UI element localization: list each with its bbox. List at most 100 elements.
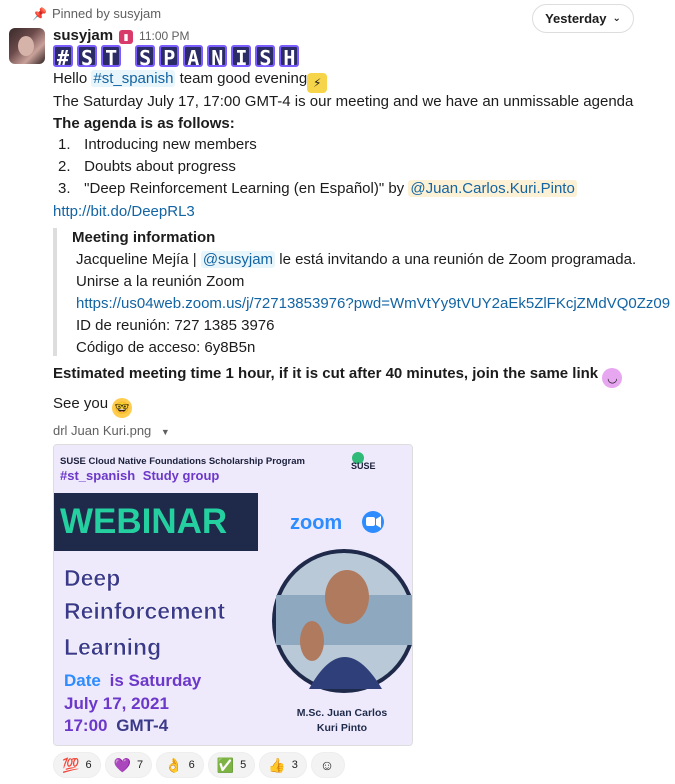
group-rest: Study group [143, 468, 220, 483]
join-label: Unirse a la reunión Zoom [76, 273, 245, 290]
add-emoji-icon: ☺ [319, 757, 335, 773]
reaction-count: 6 [188, 759, 195, 771]
reaction-count: 6 [85, 759, 92, 771]
thumbs-up-icon: 👍 [268, 756, 286, 773]
host-suffix: le está invitando a una reunión de Zoom … [279, 251, 637, 268]
group-tag: #st_spanish [60, 468, 135, 483]
message-header: susyjam ▮ 11:00 PM [53, 27, 190, 44]
timestamp[interactable]: 11:00 PM [139, 29, 189, 43]
blush-emoji-icon: ◡ [602, 368, 623, 388]
svg-text:Date is Saturday: Date is Saturday [64, 671, 202, 690]
reaction-pill[interactable]: 💜 7 [104, 752, 153, 778]
banner-letter: H [279, 45, 300, 69]
reaction-count: 5 [240, 759, 247, 771]
reaction-pill[interactable]: 👍 3 [259, 752, 307, 778]
zoom-link[interactable]: https://us04web.zoom.us/j/72713853976?pw… [76, 295, 670, 312]
time-rest: GMT-4 [116, 716, 168, 735]
list-text: "Deep Reinforcement Learning (en Español… [84, 180, 405, 197]
ok-hand-icon: 👌 [165, 756, 183, 773]
channel-link[interactable]: #st_spanish [91, 70, 176, 87]
estimated-text: Estimated meeting time 1 hour, if it is … [53, 365, 599, 382]
reaction-pill[interactable]: 👌 6 [156, 752, 204, 778]
list-number: 1. [58, 136, 71, 153]
banner-letter: P [159, 45, 180, 69]
list-item: 3. "Deep Reinforcement Learning (en Espa… [58, 178, 577, 200]
reaction-pill[interactable]: ✅ 5 [207, 752, 256, 778]
date-word: Date [64, 671, 101, 690]
title-line: Learning [64, 634, 161, 660]
nerd-face-emoji-icon: 🤓 [112, 398, 133, 418]
reactions-bar: 💯 6 💜 7 👌 6 ✅ 5 👍 3 ☺ [53, 752, 345, 778]
webinar-poster: SUSE Cloud Native Foundations Scholarshi… [54, 445, 412, 745]
filename-text: drl Juan Kuri.png [53, 423, 152, 438]
pinned-indicator: 📌 Pinned by susyjam [32, 6, 161, 21]
speaker-line: M.Sc. Juan Carlos [297, 707, 388, 719]
status-emoji-icon: ▮ [119, 30, 134, 44]
zoom-text: zoom [290, 512, 342, 534]
svg-text:17:00 GMT-4: 17:00 GMT-4 [64, 716, 169, 735]
custom-emoji-banner: # S T S P A N I S H [53, 45, 300, 69]
greeting-text: Hello [53, 70, 88, 87]
banner-letter: A [183, 45, 204, 69]
image-attachment[interactable]: SUSE Cloud Native Foundations Scholarshi… [53, 444, 413, 746]
time-bold: 17:00 [64, 716, 107, 735]
see-you-text: See you [53, 395, 109, 412]
quote-block: Meeting information Jacqueline Mejía | @… [53, 228, 673, 356]
hundred-icon: 💯 [62, 756, 80, 773]
add-reaction-button[interactable]: ☺ [310, 752, 345, 778]
reaction-count: 3 [291, 759, 298, 771]
banner-letter: N [207, 45, 228, 69]
banner-gap [125, 45, 131, 67]
author-name[interactable]: susyjam [53, 27, 113, 44]
user-mention[interactable]: @susyjam [200, 251, 276, 268]
banner-letter: T [101, 45, 122, 69]
list-text: Introducing new members [84, 136, 257, 153]
see-you-line: See you 🤓 [53, 395, 133, 418]
quote-title: Meeting information [72, 229, 216, 246]
date-label: Yesterday [545, 11, 607, 26]
purple-heart-icon: 💜 [113, 756, 131, 773]
deeprl-link[interactable]: http://bit.do/DeepRL3 [53, 203, 195, 220]
avatar[interactable] [9, 28, 45, 64]
title-line: Reinforcement [64, 598, 225, 624]
check-mark-icon: ✅ [216, 756, 235, 773]
list-number: 2. [58, 158, 71, 175]
banner-letter: S [77, 45, 98, 69]
meeting-line: The Saturday July 17, 17:00 GMT-4 is our… [53, 93, 634, 110]
reaction-count: 7 [137, 759, 144, 771]
banner-letter: # [53, 45, 74, 69]
agenda-heading: The agenda is as follows: [53, 115, 235, 132]
title-line: Deep [64, 565, 120, 591]
greeting-rest: team good evening [179, 70, 308, 87]
banner-letter: S [135, 45, 156, 69]
date-rest: is Saturday [110, 671, 202, 690]
program-text: SUSE Cloud Native Foundations Scholarshi… [60, 456, 305, 467]
estimated-line: Estimated meeting time 1 hour, if it is … [53, 365, 623, 388]
date-line: July 17, 2021 [64, 694, 169, 713]
zoom-logo: zoom [290, 511, 384, 534]
passcode: Código de acceso: 6y8B5n [76, 339, 256, 356]
speaker-photo [272, 549, 412, 693]
date-divider-button[interactable]: Yesterday ⌄ [532, 4, 634, 33]
suse-text: SUSE [351, 461, 376, 471]
greeting-line: Hello #st_spanish team good evening ⚡ [53, 70, 328, 93]
user-mention[interactable]: @Juan.Carlos.Kuri.Pinto [408, 180, 577, 197]
banner-letter: I [231, 45, 252, 69]
webinar-text: WEBINAR [60, 502, 227, 541]
pin-icon: 📌 [32, 6, 47, 21]
reaction-pill[interactable]: 💯 6 [53, 752, 101, 778]
quote-host-line: Jacqueline Mejía | @susyjam le está invi… [76, 251, 636, 268]
list-text: Doubts about progress [84, 158, 236, 175]
list-item: 2. Doubts about progress [58, 156, 577, 178]
pinned-label: Pinned by susyjam [52, 6, 162, 21]
caret-down-icon[interactable]: ▼ [161, 427, 170, 437]
list-number: 3. [58, 180, 71, 197]
meeting-id: ID de reunión: 727 1385 3976 [76, 317, 275, 334]
pikachu-emoji-icon: ⚡ [307, 73, 328, 93]
speaker-line: Kuri Pinto [317, 722, 367, 734]
attachment-filename[interactable]: drl Juan Kuri.png ▼ [53, 423, 170, 438]
list-item: 1. Introducing new members [58, 134, 577, 156]
chevron-down-icon: ⌄ [612, 13, 621, 24]
banner-letter: S [255, 45, 276, 69]
host-prefix: Jacqueline Mejía | [76, 251, 197, 268]
